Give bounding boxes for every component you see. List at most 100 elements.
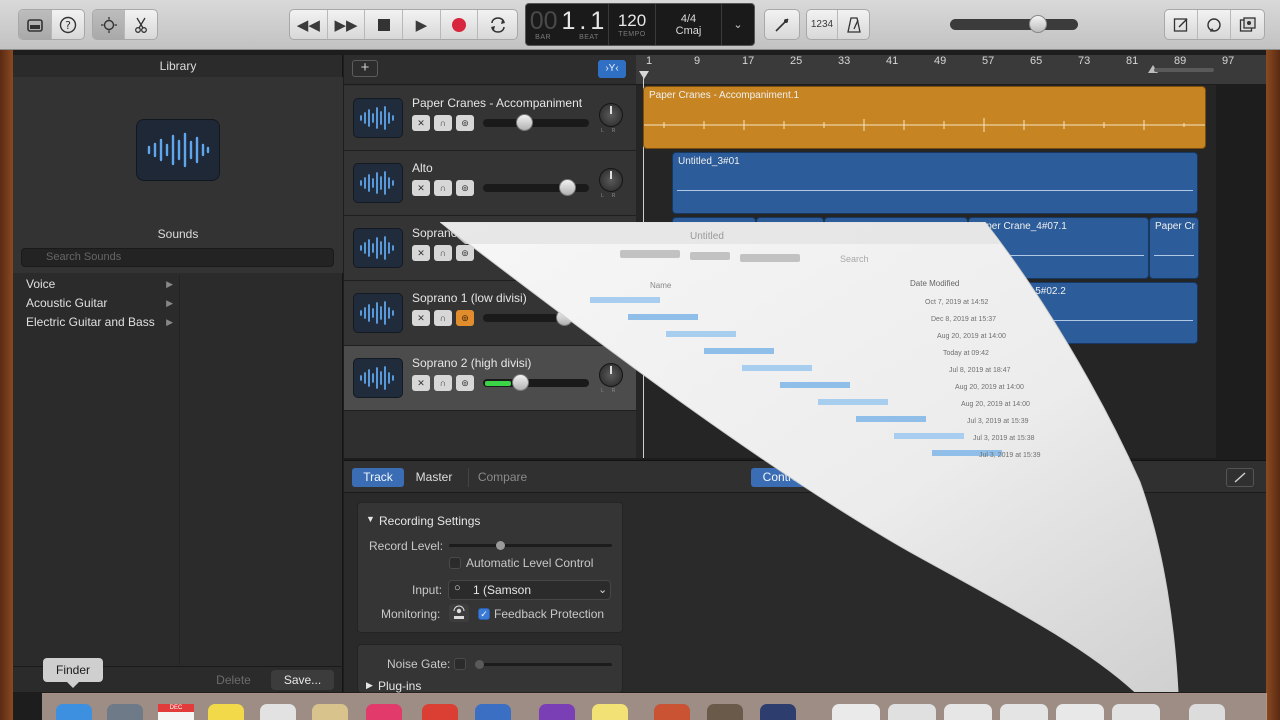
category-electric-guitar-bass[interactable]: Electric Guitar and Bass ▶ bbox=[13, 313, 179, 332]
track-header[interactable]: Alto ✕ ∩ ⊚ LR bbox=[344, 151, 636, 216]
save-button[interactable]: Save... bbox=[271, 670, 334, 690]
lcd-mode-menu[interactable]: ⌄ bbox=[722, 4, 754, 45]
preview-icon[interactable] bbox=[312, 704, 348, 720]
track-name[interactable]: Alto bbox=[412, 161, 433, 175]
cycle-range[interactable] bbox=[1154, 68, 1214, 72]
volume-knob[interactable] bbox=[516, 114, 533, 131]
script-editor-icon[interactable] bbox=[707, 704, 743, 720]
input-monitoring-button[interactable]: ⊚ bbox=[456, 245, 474, 261]
finder-icon[interactable] bbox=[56, 704, 92, 720]
onenote-icon[interactable] bbox=[539, 704, 575, 720]
tab-controls[interactable]: Controls bbox=[751, 468, 819, 487]
pan-knob[interactable] bbox=[599, 168, 623, 192]
calendar-icon[interactable]: DEC bbox=[158, 704, 194, 720]
fast-forward-button[interactable]: ▶▶ bbox=[328, 10, 366, 39]
quick-help-button[interactable]: ? bbox=[52, 10, 85, 39]
feedback-protection-checkbox[interactable]: ✓ bbox=[478, 608, 490, 620]
photos-icon[interactable] bbox=[260, 704, 296, 720]
track-name[interactable]: Soprano 1 (low divisi) bbox=[412, 291, 527, 305]
region-untitled[interactable]: Untitled_3#01 bbox=[672, 152, 1198, 214]
noise-gate-knob[interactable] bbox=[475, 660, 484, 669]
region-soprano2-high-b[interactable] bbox=[758, 347, 818, 407]
track-name[interactable]: Soprano 2 (high divisi) bbox=[412, 356, 531, 370]
track-header[interactable]: Soprano 1 (low divisi) ✕ ∩ ⊚ LR bbox=[344, 281, 636, 346]
garageband-icon[interactable] bbox=[760, 704, 796, 720]
solo-button[interactable]: ∩ bbox=[434, 245, 452, 261]
solo-button[interactable]: ∩ bbox=[434, 375, 452, 391]
chrome-icon[interactable] bbox=[422, 704, 458, 720]
count-in-button[interactable]: 1234 bbox=[807, 10, 839, 39]
region-crane4b[interactable]: Paper Crane bbox=[756, 217, 824, 279]
track-icon[interactable] bbox=[353, 98, 403, 138]
edit-button[interactable] bbox=[1226, 468, 1254, 487]
mute-button[interactable]: ✕ bbox=[412, 245, 430, 261]
track-header[interactable]: Soprano 2 (high divisi) ✕ ∩ ⊚ LR bbox=[344, 346, 636, 411]
tab-compare[interactable]: Compare bbox=[468, 468, 536, 487]
region-soprano2-high-a[interactable] bbox=[707, 347, 757, 407]
notepad-button[interactable] bbox=[1165, 10, 1198, 39]
region-accompaniment[interactable]: Paper Cranes - Accompaniment.1 bbox=[643, 86, 1206, 149]
track-icon[interactable] bbox=[353, 293, 403, 333]
solo-button[interactable]: ∩ bbox=[434, 180, 452, 196]
solo-button[interactable]: ∩ bbox=[434, 310, 452, 326]
powerpoint-icon[interactable] bbox=[654, 704, 690, 720]
minimized-window-3[interactable] bbox=[944, 704, 992, 720]
play-button[interactable]: ▶ bbox=[403, 10, 441, 39]
region-filter-button[interactable]: ›Y‹ bbox=[598, 60, 626, 78]
noise-gate-checkbox[interactable] bbox=[454, 658, 466, 670]
metronome-button[interactable] bbox=[838, 10, 869, 39]
tab-track[interactable]: Track bbox=[352, 468, 404, 487]
smart-controls-button[interactable] bbox=[93, 10, 126, 39]
stickies-icon[interactable] bbox=[592, 704, 628, 720]
region-crane4e[interactable]: Paper Cr bbox=[1149, 217, 1199, 279]
input-select[interactable]: 1 (Samson bbox=[448, 580, 611, 600]
track-icon[interactable] bbox=[353, 228, 403, 268]
notes-icon[interactable] bbox=[208, 704, 244, 720]
region-crane4a[interactable]: Paper Crane_4# bbox=[672, 217, 756, 279]
volume-knob[interactable] bbox=[556, 309, 573, 326]
minimized-window-4[interactable] bbox=[1000, 704, 1048, 720]
track-icon[interactable] bbox=[353, 163, 403, 203]
input-monitoring-button[interactable]: ⊚ bbox=[456, 180, 474, 196]
volume-knob[interactable] bbox=[559, 179, 576, 196]
cycle-button[interactable] bbox=[478, 10, 517, 39]
master-volume-knob[interactable] bbox=[1029, 15, 1047, 33]
track-header[interactable]: Paper Cranes - Accompaniment ✕ ∩ ⊚ LR bbox=[344, 86, 636, 151]
minimized-window-1[interactable] bbox=[832, 704, 880, 720]
input-monitoring-button[interactable]: ⊚ bbox=[456, 115, 474, 131]
disclosure-down-icon[interactable]: ▼ bbox=[366, 514, 375, 524]
volume-knob[interactable] bbox=[528, 244, 545, 261]
record-button[interactable] bbox=[441, 10, 479, 39]
monitoring-button[interactable] bbox=[449, 604, 469, 622]
region-crane4c[interactable]: Paper Crane_4#05.2 bbox=[824, 217, 968, 279]
mute-button[interactable]: ✕ bbox=[412, 310, 430, 326]
pan-knob[interactable] bbox=[599, 233, 623, 257]
category-voice[interactable]: Voice ▶ bbox=[13, 275, 179, 294]
region-crane5[interactable]: ane_5#02.2 bbox=[672, 282, 1198, 344]
music-icon[interactable] bbox=[366, 704, 402, 720]
trash-icon[interactable] bbox=[1189, 704, 1225, 720]
media-browser-button[interactable] bbox=[1231, 10, 1264, 39]
tab-eq[interactable]: EQ bbox=[821, 468, 857, 487]
tuner-button[interactable] bbox=[765, 10, 799, 39]
mute-button[interactable]: ✕ bbox=[412, 375, 430, 391]
add-track-button[interactable]: + bbox=[352, 60, 378, 77]
disclosure-right-icon[interactable]: ▶ bbox=[366, 680, 373, 691]
stop-button[interactable] bbox=[365, 10, 404, 39]
folder-icon[interactable] bbox=[475, 704, 511, 720]
record-level-knob[interactable] bbox=[496, 541, 505, 550]
minimized-window-5[interactable] bbox=[1056, 704, 1104, 720]
master-volume-slider[interactable] bbox=[950, 19, 1078, 30]
input-monitoring-button[interactable]: ⊚ bbox=[456, 375, 474, 391]
lcd-display[interactable]: 00 1 . 1 BAR BEAT 120 TEMPO 4/4 Cmaj ⌄ bbox=[525, 3, 755, 46]
timeline-ruler[interactable]: 191725334149576573818997105 bbox=[636, 55, 1266, 85]
arrangement-area[interactable]: 191725334149576573818997105 Paper Cranes… bbox=[636, 55, 1266, 458]
launchpad-icon[interactable] bbox=[107, 704, 143, 720]
volume-slider[interactable] bbox=[483, 314, 589, 322]
auto-level-checkbox[interactable] bbox=[449, 557, 461, 569]
volume-knob[interactable] bbox=[512, 374, 529, 391]
loop-browser-button[interactable] bbox=[1198, 10, 1231, 39]
minimized-window-6[interactable] bbox=[1112, 704, 1160, 720]
track-name[interactable]: Paper Cranes - Accompaniment bbox=[412, 96, 582, 110]
tab-master[interactable]: Master bbox=[406, 468, 462, 487]
